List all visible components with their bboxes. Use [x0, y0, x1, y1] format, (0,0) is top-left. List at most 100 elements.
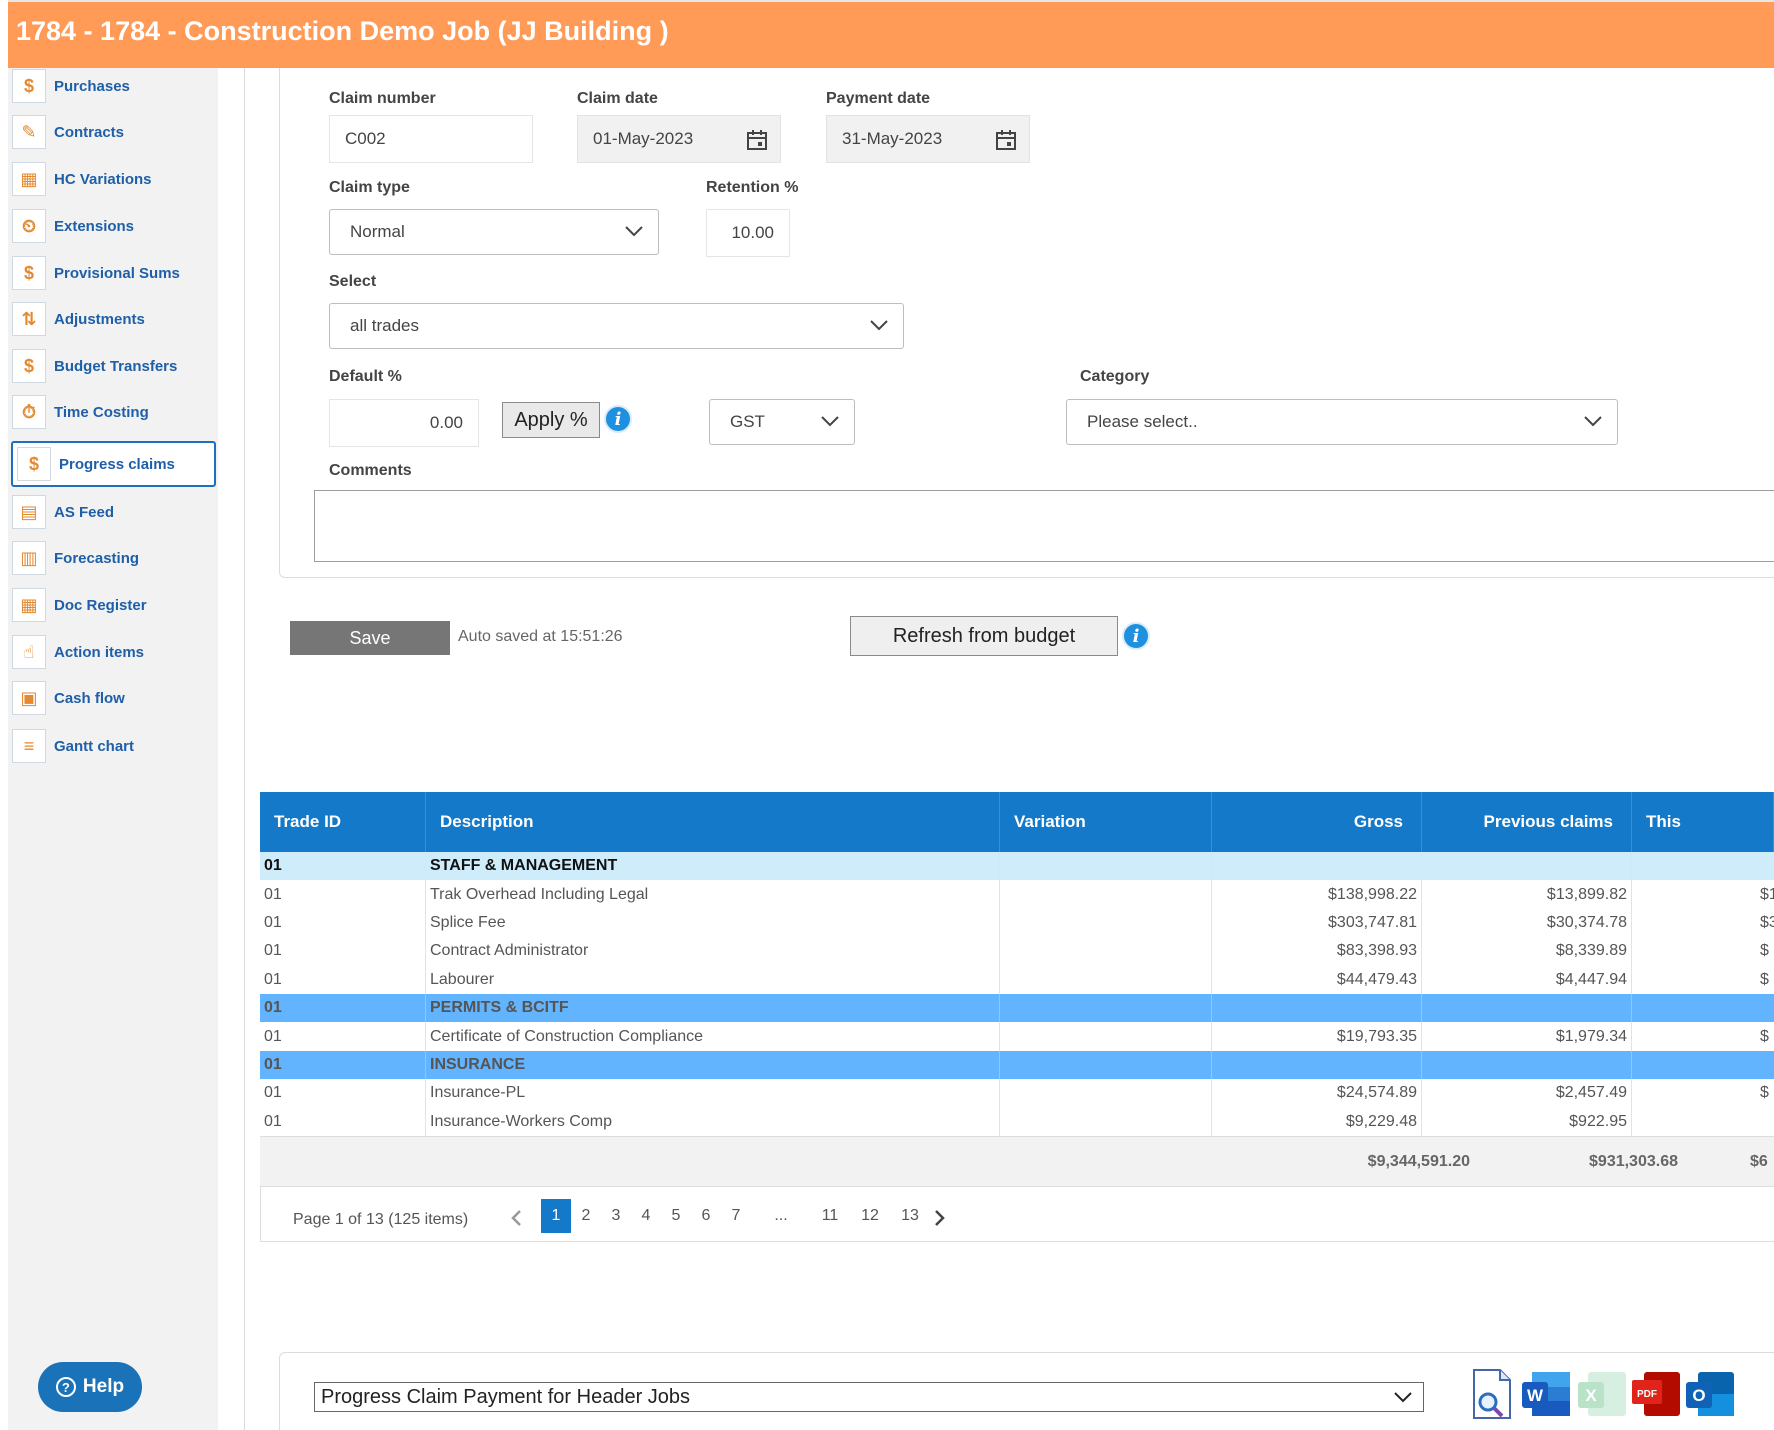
excel-icon[interactable]: X [1576, 1368, 1630, 1420]
sidebar-item-label: Purchases [54, 77, 130, 95]
page-button-5[interactable]: 5 [661, 1199, 691, 1233]
table-row[interactable]: 01 Splice Fee $303,747.81 $30,374.78 $3 [260, 908, 1774, 938]
claim-number-field[interactable]: C002 [329, 115, 533, 163]
sidebar-item-budget-transfers[interactable]: $ Budget Transfers [12, 344, 212, 388]
word-icon[interactable]: W [1520, 1368, 1574, 1420]
calendar-icon[interactable] [995, 129, 1017, 151]
comments-textarea[interactable] [314, 490, 1774, 562]
progress-claims-icon: $ [17, 447, 51, 481]
table-row[interactable]: 01 Certificate of Construction Compliance… [260, 1022, 1774, 1051]
sidebar-item-provisional-sums[interactable]: $ Provisional Sums [12, 251, 212, 295]
preview-icon[interactable] [1466, 1368, 1520, 1420]
cell-this [1632, 852, 1774, 880]
cell-desc: Trak Overhead Including Legal [426, 880, 1000, 909]
sidebar-item-action-items[interactable]: ☝ Action items [12, 630, 212, 674]
save-button[interactable]: Save [290, 621, 450, 655]
sidebar-item-progress-claims[interactable]: $ Progress claims [11, 441, 216, 487]
sidebar-item-contracts[interactable]: ✎ Contracts [12, 110, 212, 154]
pager: Page 1 of 13 (125 items) 1 2 3 4 5 6 7... 11 12 1… [260, 1185, 1774, 1242]
page-button-6[interactable]: 6 [691, 1199, 721, 1233]
page-button-12[interactable]: 12 [855, 1199, 885, 1233]
column-header-this[interactable]: This [1632, 792, 1774, 852]
cell-desc: STAFF & MANAGEMENT [426, 852, 1000, 881]
info-icon[interactable]: i [1122, 622, 1150, 650]
cell-variation [1000, 1107, 1212, 1136]
retention-field[interactable]: 10.00 [706, 209, 790, 257]
table-row[interactable]: 01 Insurance-Workers Comp $9,229.48 $922.95 [260, 1107, 1774, 1136]
trade-select[interactable]: all trades [329, 303, 904, 349]
cell-trade: 01 [260, 937, 426, 966]
help-button[interactable]: ? Help [38, 1362, 142, 1412]
cell-prev: $13,899.82 [1422, 880, 1632, 909]
cell-gross: $9,229.48 [1212, 1107, 1422, 1136]
page-button-2[interactable]: 2 [571, 1199, 601, 1233]
group-row[interactable]: 01 STAFF & MANAGEMENT [260, 852, 1774, 881]
payment-date-label: Payment date [826, 90, 931, 107]
column-header-previous-claims[interactable]: Previous claims [1422, 792, 1632, 852]
payment-date-field[interactable]: 31-May-2023 [826, 115, 1030, 163]
cell-prev: $2,457.49 [1422, 1079, 1632, 1108]
table-row[interactable]: 01 Insurance-PL $24,574.89 $2,457.49 $ [260, 1079, 1774, 1108]
group-row[interactable]: 01 INSURANCE [260, 1050, 1774, 1080]
chevron-left-icon[interactable] [509, 1209, 523, 1227]
chevron-right-icon[interactable] [933, 1209, 947, 1227]
pdf-icon[interactable]: PDF [1630, 1368, 1684, 1420]
column-header-variation[interactable]: Variation [1000, 792, 1212, 852]
grid-body: 01 STAFF & MANAGEMENT 01 Trak Overhead Incl… [260, 852, 1774, 1136]
grid-header: Trade ID Description Variation Gross Previou… [260, 792, 1774, 852]
cell-this: $1 [1760, 885, 1774, 903]
table-row[interactable]: 01 Contract Administrator $83,398.93 $8,339… [260, 937, 1774, 966]
table-row[interactable]: 01 Labourer $44,479.43 $4,447.94 $ [260, 965, 1774, 994]
outlook-icon[interactable]: O [1684, 1368, 1738, 1420]
default-pct-field[interactable]: 0.00 [329, 399, 479, 447]
category-select[interactable]: Please select.. [1066, 399, 1618, 445]
claim-type-select[interactable]: Normal [329, 209, 659, 255]
page-button-4[interactable]: 4 [631, 1199, 661, 1233]
retention-label: Retention % [706, 179, 799, 196]
column-header-trade-id[interactable]: Trade ID [260, 792, 426, 852]
cell-this [1632, 1108, 1774, 1136]
sidebar-item-extensions[interactable]: ⏲ Extensions [12, 204, 212, 248]
calendar-icon[interactable] [746, 129, 768, 151]
sidebar-item-time-costing[interactable]: ⏱ Time Costing [12, 390, 212, 434]
sidebar-item-cash-flow[interactable]: ▣ Cash flow [12, 676, 212, 720]
refresh-from-budget-button[interactable]: Refresh from budget [850, 616, 1118, 656]
report-select[interactable]: Progress Claim Payment for Header Jobs [314, 1382, 1424, 1412]
chevron-down-icon [625, 226, 643, 237]
cell-prev [1422, 852, 1632, 881]
cell-gross [1212, 1050, 1422, 1080]
page-button-3[interactable]: 3 [601, 1199, 631, 1233]
sidebar-item-purchases[interactable]: $ Purchases [12, 64, 212, 108]
info-icon[interactable]: i [604, 405, 632, 433]
page-button-7[interactable]: 7 [721, 1199, 751, 1233]
page-button-1[interactable]: 1 [541, 1198, 571, 1233]
page-button-11[interactable]: 11 [815, 1199, 845, 1233]
sidebar-item-label: HC Variations [54, 170, 152, 188]
cell-this: $ [1760, 942, 1769, 960]
group-row[interactable]: 01 PERMITS & BCITF [260, 993, 1774, 1023]
cell-variation [1000, 1022, 1212, 1051]
cell-trade: 01 [260, 965, 426, 994]
as-feed-icon: ▤ [12, 495, 46, 529]
sidebar-item-forecasting[interactable]: ▥ Forecasting [12, 536, 212, 580]
page-button-13[interactable]: 13 [895, 1199, 925, 1233]
sidebar-item-hc-variations[interactable]: ▦ HC Variations [12, 157, 212, 201]
column-header-description[interactable]: Description [426, 792, 1000, 852]
sidebar-item-doc-register[interactable]: ▦ Doc Register [12, 583, 212, 627]
sidebar-item-label: Forecasting [54, 549, 140, 567]
sidebar-item-as-feed[interactable]: ▤ AS Feed [12, 490, 212, 534]
cell-prev: $8,339.89 [1422, 937, 1632, 966]
cell-variation [1000, 908, 1212, 938]
sidebar-item-gantt-chart[interactable]: ≡ Gantt chart [12, 724, 212, 768]
claim-date-field[interactable]: 01-May-2023 [577, 115, 781, 163]
sidebar-item-label: Cash flow [54, 689, 125, 707]
column-header-gross[interactable]: Gross [1212, 792, 1422, 852]
apply-pct-button[interactable]: Apply % [502, 402, 600, 438]
svg-text:X: X [1585, 1386, 1597, 1405]
gst-select[interactable]: GST [709, 399, 855, 445]
purchases-icon: $ [12, 69, 46, 103]
cell-desc: Labourer [426, 965, 1000, 994]
table-row[interactable]: 01 Trak Overhead Including Legal $138,998.… [260, 880, 1774, 909]
sidebar-item-adjustments[interactable]: ⇅ Adjustments [12, 297, 212, 341]
extensions-icon: ⏲ [12, 209, 46, 243]
